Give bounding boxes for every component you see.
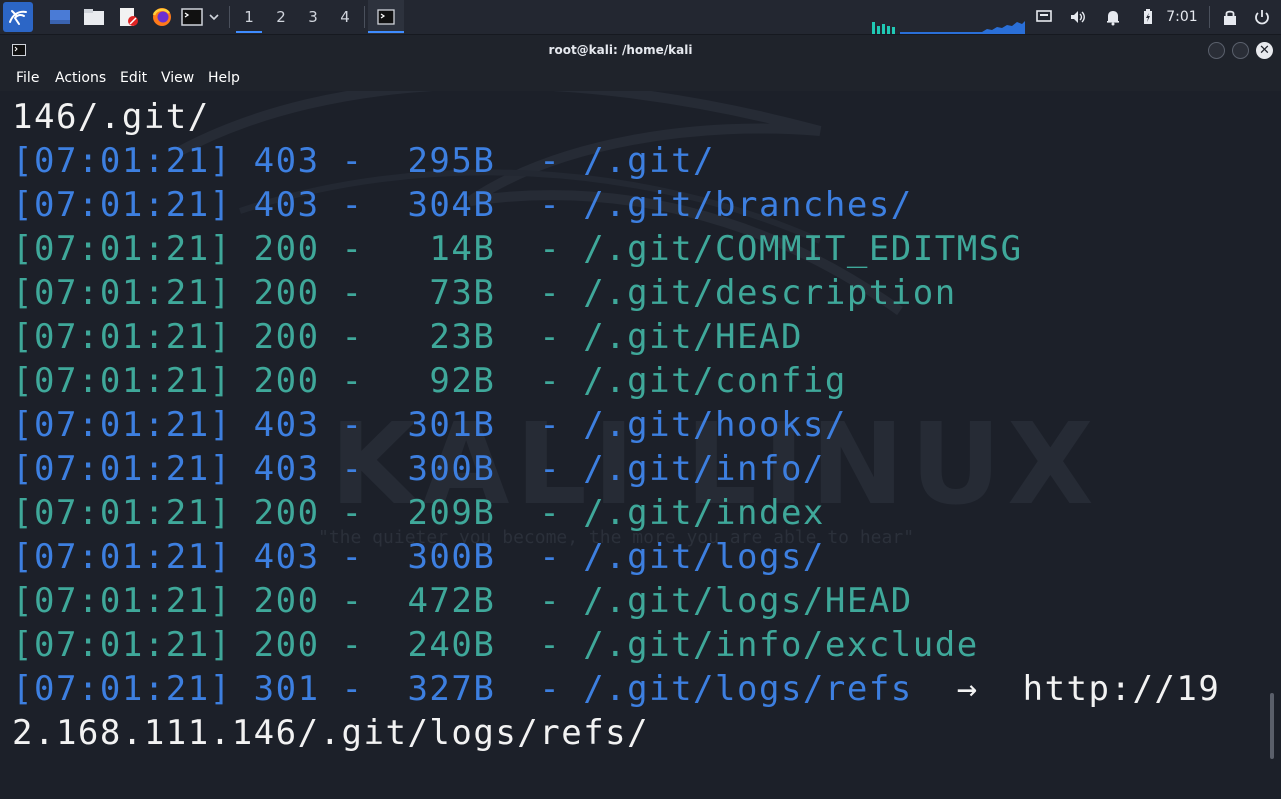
terminal-line-text: [07:01:21] 403 - 295B - /.git/ (12, 141, 716, 181)
terminal-line-text: 146/.git/ (12, 97, 210, 137)
terminal-line: [07:01:21] 200 - 23B - /.git/HEAD (12, 315, 1262, 359)
terminal-output[interactable]: KALI LINUX "the quieter you become, the … (0, 91, 1281, 799)
kali-dragon-icon (9, 10, 27, 25)
show-desktop-icon[interactable] (49, 7, 71, 27)
workspace-label: 4 (340, 8, 350, 26)
terminal-line: [07:01:21] 200 - 73B - /.git/description (12, 271, 1262, 315)
close-icon: ✕ (1259, 43, 1270, 58)
kali-menu-button[interactable] (3, 2, 33, 32)
redirect-target: → http://19 (912, 669, 1221, 709)
workspace-4[interactable]: 4 (330, 0, 360, 34)
menu-help[interactable]: Help (208, 65, 240, 91)
taskbar-terminal-window[interactable] (368, 0, 404, 34)
panel-separator (364, 6, 365, 28)
terminal-line-text: 2.168.111.146/.git/logs/refs/ (12, 713, 650, 753)
terminal-launcher-icon[interactable] (181, 7, 203, 27)
workspace-3[interactable]: 3 (298, 0, 328, 34)
terminal-line: [07:01:21] 301 - 327B - /.git/logs/refs … (12, 667, 1262, 711)
menu-bar: File Actions Edit View Help (0, 65, 1281, 91)
terminal-line-text: [07:01:21] 200 - 73B - /.git/description (12, 273, 957, 313)
terminal-line: [07:01:21] 403 - 300B - /.git/logs/ (12, 535, 1262, 579)
terminal-line-text: [07:01:21] 403 - 300B - /.git/logs/ (12, 537, 825, 577)
battery-icon[interactable] (1139, 8, 1157, 26)
terminal-line: [07:01:21] 403 - 295B - /.git/ (12, 139, 1262, 183)
menu-edit[interactable]: Edit (120, 65, 147, 91)
workspace-label: 3 (308, 8, 318, 26)
terminal-line-text: [07:01:21] 403 - 301B - /.git/hooks/ (12, 405, 847, 445)
terminal-line-text: [07:01:21] 403 - 300B - /.git/info/ (12, 449, 825, 489)
network-monitor-graph (872, 21, 1025, 34)
workspace-2[interactable]: 2 (266, 0, 296, 34)
firefox-icon[interactable] (151, 7, 173, 27)
terminal-line-text: [07:01:21] 200 - 92B - /.git/config (12, 361, 847, 401)
panel-separator (229, 6, 230, 28)
terminal-line: [07:01:21] 403 - 301B - /.git/hooks/ (12, 403, 1262, 447)
lock-icon[interactable] (1221, 8, 1239, 26)
terminal-line: 146/.git/ (12, 95, 1262, 139)
workspace-label: 2 (276, 8, 286, 26)
terminal-line-text: [07:01:21] 200 - 14B - /.git/COMMIT_EDIT… (12, 229, 1023, 269)
terminal-line-text: [07:01:21] 200 - 472B - /.git/logs/HEAD (12, 581, 913, 621)
terminal-line-text: [07:01:21] 403 - 304B - /.git/branches/ (12, 185, 913, 225)
terminal-icon (377, 9, 395, 25)
notifications-icon[interactable] (1104, 8, 1122, 26)
scrollbar-thumb[interactable] (1270, 693, 1274, 759)
terminal-line-text: [07:01:21] 301 - 327B - /.git/logs/refs (12, 669, 913, 709)
window-title: root@kali: /home/kali (548, 43, 693, 57)
terminal-line-text: [07:01:21] 200 - 23B - /.git/HEAD (12, 317, 803, 357)
terminal-line: [07:01:21] 200 - 472B - /.git/logs/HEAD (12, 579, 1262, 623)
power-icon[interactable] (1253, 8, 1271, 26)
terminal-line: [07:01:21] 200 - 209B - /.git/index (12, 491, 1262, 535)
panel-separator (1209, 6, 1210, 28)
maximize-button[interactable] (1232, 42, 1249, 59)
terminal-line: [07:01:21] 200 - 92B - /.git/config (12, 359, 1262, 403)
terminal-line-text: [07:01:21] 200 - 209B - /.git/index (12, 493, 825, 533)
clock[interactable]: 7:01 (1162, 0, 1202, 34)
terminal-line-text: [07:01:21] 200 - 240B - /.git/info/exclu… (12, 625, 979, 665)
terminal-line: [07:01:21] 200 - 240B - /.git/info/exclu… (12, 623, 1262, 667)
display-icon[interactable] (1035, 8, 1053, 26)
terminal-line: 2.168.111.146/.git/logs/refs/ (12, 711, 1262, 755)
text-editor-icon[interactable] (117, 7, 139, 27)
close-button[interactable]: ✕ (1256, 42, 1273, 59)
menu-actions[interactable]: Actions (55, 65, 106, 91)
terminal-line: [07:01:21] 200 - 14B - /.git/COMMIT_EDIT… (12, 227, 1262, 271)
menu-view[interactable]: View (161, 65, 194, 91)
terminal-lines: 146/.git/[07:01:21] 403 - 295B - /.git/[… (12, 95, 1262, 755)
chevron-down-icon[interactable] (207, 9, 221, 25)
file-manager-icon[interactable] (83, 7, 105, 27)
top-panel: 1 2 3 4 7:01 (0, 0, 1281, 35)
minimize-button[interactable] (1208, 42, 1225, 59)
menu-file[interactable]: File (16, 65, 39, 91)
workspace-label: 1 (244, 8, 254, 26)
workspace-1[interactable]: 1 (234, 0, 264, 34)
terminal-line: [07:01:21] 403 - 304B - /.git/branches/ (12, 183, 1262, 227)
terminal-line: [07:01:21] 403 - 300B - /.git/info/ (12, 447, 1262, 491)
volume-icon[interactable] (1069, 8, 1087, 26)
window-titlebar[interactable]: root@kali: /home/kali ✕ (0, 35, 1281, 65)
